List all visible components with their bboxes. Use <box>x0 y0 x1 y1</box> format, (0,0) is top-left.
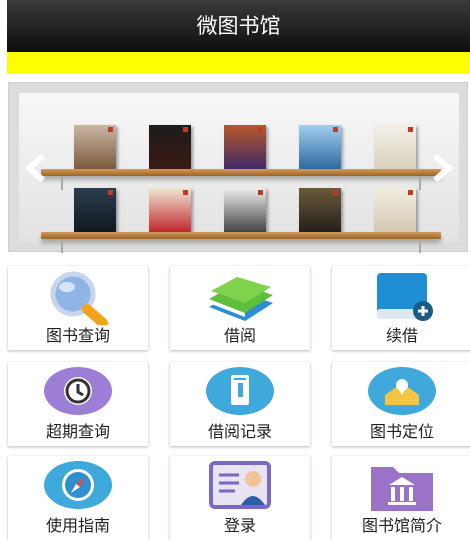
library-folder-icon <box>371 467 433 511</box>
magnifier-icon <box>50 271 108 325</box>
shelf-bottom <box>41 232 441 253</box>
books-icon <box>209 277 273 321</box>
book-cover[interactable] <box>224 188 266 232</box>
location-icon <box>368 367 436 415</box>
menu-user-guide[interactable]: 使用指南 <box>8 456 148 540</box>
record-icon <box>206 367 274 415</box>
menu-book-location[interactable]: 图书定位 <box>332 362 470 446</box>
clock-icon <box>44 367 112 415</box>
accent-bar <box>7 52 470 74</box>
menu-label: 借阅 <box>223 326 256 345</box>
menu-borrow-history[interactable]: 借阅记录 <box>170 362 310 446</box>
menu-renew[interactable]: 续借 <box>332 266 470 350</box>
book-cover[interactable] <box>374 188 416 232</box>
book-cover[interactable] <box>299 188 341 232</box>
menu-login[interactable]: 登录 <box>170 456 310 540</box>
book-cover[interactable] <box>149 188 191 232</box>
menu-label: 图书馆简介 <box>361 516 442 535</box>
menu-book-search[interactable]: 图书查询 <box>8 266 148 350</box>
book-cover[interactable] <box>374 125 416 169</box>
book-carousel[interactable] <box>8 82 468 253</box>
menu-library-intro[interactable]: 图书馆简介 <box>332 456 470 540</box>
menu-overdue-query[interactable]: 超期查询 <box>8 362 148 446</box>
menu-label: 图书查询 <box>45 326 110 345</box>
app-title: 微图书馆 <box>196 14 281 38</box>
book-cover[interactable] <box>224 125 266 169</box>
book-cover[interactable] <box>74 125 116 169</box>
chevron-left-icon[interactable] <box>23 153 49 183</box>
book-cover[interactable] <box>74 188 116 232</box>
renew-book-icon <box>377 273 433 321</box>
book-cover[interactable] <box>149 125 191 169</box>
app-header: 微图书馆 <box>7 0 470 52</box>
compass-icon <box>44 461 112 509</box>
bookshelf-image <box>19 93 459 253</box>
menu-label: 图书定位 <box>369 422 434 441</box>
menu-label: 登录 <box>223 516 256 535</box>
menu-label: 续借 <box>385 326 418 345</box>
shelf-top <box>41 169 441 190</box>
user-card-icon <box>209 461 271 509</box>
menu-label: 超期查询 <box>45 422 110 441</box>
menu-label: 借阅记录 <box>207 422 272 441</box>
menu-label: 使用指南 <box>45 516 110 535</box>
book-cover[interactable] <box>299 125 341 169</box>
chevron-right-icon[interactable] <box>429 153 455 183</box>
menu-borrow[interactable]: 借阅 <box>170 266 310 350</box>
